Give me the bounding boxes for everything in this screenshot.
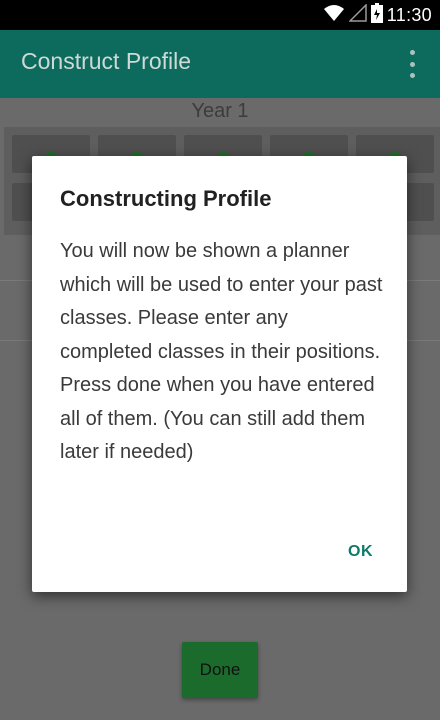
menu-dot: [409, 50, 415, 55]
status-icons: 11:30: [323, 3, 432, 27]
dialog-title: Constructing Profile: [60, 186, 272, 211]
battery-icon: [370, 3, 383, 27]
status-bar: 11:30: [0, 0, 440, 30]
year-label: Year 1: [191, 100, 249, 122]
app-bar: Construct Profile: [0, 30, 440, 98]
menu-dot: [409, 73, 415, 78]
menu-dot: [409, 61, 415, 67]
dialog-message: You will now be shown a planner which wi…: [60, 240, 383, 463]
constructing-profile-dialog: Constructing Profile You will now be sho…: [32, 156, 407, 592]
status-time: 11:30: [386, 5, 432, 25]
overflow-menu-icon[interactable]: [402, 50, 422, 78]
ok-button[interactable]: OK: [348, 543, 373, 561]
app-title: Construct Profile: [21, 48, 192, 74]
wifi-icon: [323, 4, 345, 26]
signal-icon: [347, 3, 367, 26]
done-button[interactable]: Done: [182, 642, 258, 698]
